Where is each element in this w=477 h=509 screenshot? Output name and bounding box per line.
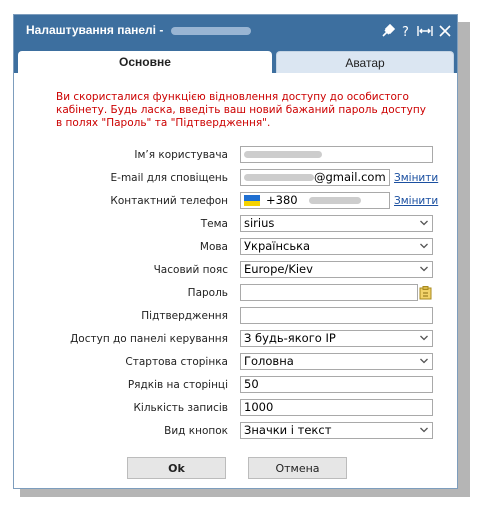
buttons-view-label: Вид кнопок [164, 425, 228, 437]
tab-strip: Основне Аватар [14, 47, 457, 73]
username-field [240, 146, 433, 163]
access-select[interactable]: З будь-якого IP [240, 330, 433, 347]
cancel-button[interactable]: Отмена [248, 457, 347, 479]
row-confirm: Підтвердження [14, 307, 457, 326]
rows-input[interactable]: 50 [240, 376, 433, 393]
chevron-down-icon [420, 220, 428, 226]
theme-label: Тема [200, 218, 228, 230]
email-label: E-mail для сповіщень [110, 172, 228, 184]
chevron-down-icon [420, 266, 428, 272]
access-value: З будь-якого IP [244, 331, 336, 345]
username-label: Ім’я користувача [134, 149, 228, 161]
confirm-input[interactable] [240, 307, 433, 324]
email-suffix: @gmail.com [314, 170, 386, 184]
tab-main[interactable]: Основне [18, 51, 272, 73]
password-label: Пароль [187, 287, 228, 299]
records-label: Кількість записів [133, 402, 228, 414]
chevron-down-icon [420, 243, 428, 249]
row-email: E-mail для сповіщень @gmail.com Змінити [14, 169, 457, 188]
row-password: Пароль [14, 284, 457, 303]
ukraine-flag-icon [244, 195, 260, 206]
dialog-title: Налаштування панелі - [26, 23, 251, 37]
chevron-down-icon [420, 358, 428, 364]
svg-text:?: ? [402, 25, 409, 38]
phone-prefix: +380 [266, 193, 298, 207]
phone-label: Контактний телефон [110, 195, 228, 207]
password-recovery-notice: Ви скористалися функцією відновлення дос… [56, 91, 426, 129]
dialog-title-text: Налаштування панелі - [26, 23, 164, 37]
tab-avatar[interactable]: Аватар [276, 51, 454, 73]
chevron-down-icon [420, 427, 428, 433]
row-startpage: Стартова сторінка Головна [14, 353, 457, 372]
row-records: Кількість записів 1000 [14, 399, 457, 418]
rows-label: Рядків на сторінці [127, 379, 228, 391]
row-access: Доступ до панелі керування З будь-якого … [14, 330, 457, 349]
theme-select[interactable]: sirius [240, 215, 433, 232]
access-label: Доступ до панелі керування [70, 333, 228, 345]
row-phone: Контактний телефон +380 Змінити [14, 192, 457, 211]
row-timezone: Часовий пояс Europe/Kiev [14, 261, 457, 280]
email-change-link[interactable]: Змінити [394, 172, 438, 184]
theme-value: sirius [244, 216, 275, 230]
language-select[interactable]: Українська [240, 238, 433, 255]
password-generator-button[interactable] [418, 284, 433, 301]
password-generator-icon [419, 285, 432, 299]
timezone-label: Часовий пояс [153, 264, 228, 276]
timezone-value: Europe/Kiev [244, 262, 313, 276]
blurred-phone-number [309, 197, 362, 204]
email-field[interactable]: @gmail.com [240, 169, 390, 186]
records-input[interactable]: 1000 [240, 399, 433, 416]
close-icon[interactable] [439, 25, 451, 37]
pin-icon[interactable] [381, 24, 395, 38]
ok-button[interactable]: Ok [127, 457, 226, 479]
blurred-username [170, 26, 251, 35]
password-input[interactable] [240, 284, 418, 301]
records-value: 1000 [244, 400, 274, 414]
blurred-username-value [244, 151, 322, 158]
chevron-down-icon [420, 335, 428, 341]
startpage-label: Стартова сторінка [125, 356, 228, 368]
rows-value: 50 [244, 377, 259, 391]
dialog-titlebar[interactable]: Налаштування панелі - ? [14, 15, 457, 47]
row-language: Мова Українська [14, 238, 457, 257]
titlebar-icons: ? [381, 22, 451, 40]
phone-field[interactable]: +380 [240, 192, 390, 209]
language-label: Мова [199, 241, 228, 253]
buttons-view-value: Значки і текст [244, 423, 332, 437]
row-rows-per-page: Рядків на сторінці 50 [14, 376, 457, 395]
row-buttons-view: Вид кнопок Значки і текст [14, 422, 457, 441]
timezone-select[interactable]: Europe/Kiev [240, 261, 433, 278]
language-value: Українська [244, 239, 311, 253]
help-icon[interactable]: ? [401, 24, 411, 38]
startpage-select[interactable]: Головна [240, 353, 433, 370]
maximize-icon[interactable] [417, 24, 433, 38]
row-username: Ім’я користувача [14, 146, 457, 165]
phone-change-link[interactable]: Змінити [394, 195, 438, 207]
settings-dialog: Налаштування панелі - ? Основне Аватар В… [13, 14, 458, 489]
buttons-view-select[interactable]: Значки і текст [240, 422, 433, 439]
confirm-label: Підтвердження [141, 310, 228, 322]
startpage-value: Головна [244, 354, 294, 368]
row-theme: Тема sirius [14, 215, 457, 234]
blurred-email-user [244, 174, 314, 181]
